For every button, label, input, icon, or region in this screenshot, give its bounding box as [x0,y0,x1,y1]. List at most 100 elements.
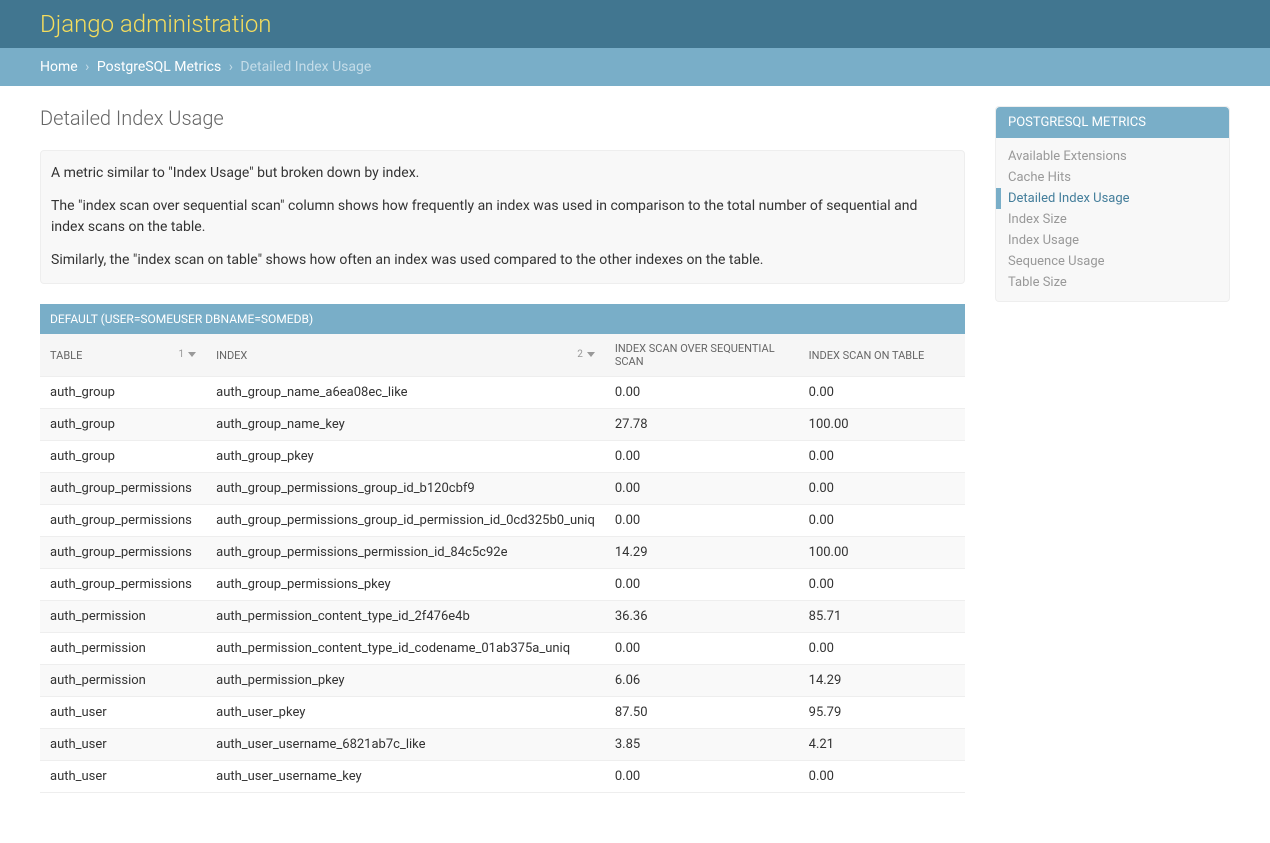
cell-scan_table: 0.00 [799,505,965,537]
cell-index: auth_group_name_key [206,409,605,441]
cell-scan_table: 0.00 [799,377,965,409]
cell-table: auth_group [40,409,206,441]
sidebar-item: Table Size [996,272,1229,293]
cell-index: auth_user_username_6821ab7c_like [206,729,605,761]
sidebar-nav-list: Available Extensions Cache Hits Detailed I… [996,138,1229,301]
cell-index: auth_group_permissions_pkey [206,569,605,601]
table-row: auth_groupauth_group_pkey0.000.00 [40,441,965,473]
cell-index: auth_user_username_key [206,761,605,793]
cell-scan_seq: 0.00 [605,441,799,473]
cell-table: auth_permission [40,633,206,665]
cell-table: auth_group_permissions [40,505,206,537]
table-row: auth_permissionauth_permission_content_t… [40,601,965,633]
results-module: DEFAULT (USER=SOMEUSER DBNAME=SOMEDB) TA… [40,304,965,793]
table-row: auth_permissionauth_permission_content_t… [40,633,965,665]
help-paragraph: Similarly, the "index scan on table" sho… [51,250,954,271]
cell-scan_seq: 3.85 [605,729,799,761]
sidebar-item: Index Usage [996,230,1229,251]
cell-scan_table: 4.21 [799,729,965,761]
column-header-scan-seq[interactable]: INDEX SCAN OVER SEQUENTIAL SCAN [605,334,799,377]
cell-index: auth_permission_content_type_id_codename… [206,633,605,665]
table-row: auth_userauth_user_username_6821ab7c_lik… [40,729,965,761]
sidebar: POSTGRESQL METRICS Available Extensions C… [995,106,1230,823]
sort-priority: 1 [179,349,185,360]
sidebar-link[interactable]: Sequence Usage [1008,254,1105,269]
sidebar-module: POSTGRESQL METRICS Available Extensions C… [995,106,1230,302]
sidebar-link[interactable]: Available Extensions [1008,149,1127,164]
cell-scan_table: 0.00 [799,633,965,665]
sidebar-link[interactable]: Table Size [1008,275,1067,290]
page-title: Detailed Index Usage [40,106,965,130]
cell-scan_table: 0.00 [799,441,965,473]
cell-scan_table: 95.79 [799,697,965,729]
cell-scan_table: 100.00 [799,409,965,441]
cell-scan_seq: 0.00 [605,633,799,665]
table-row: auth_groupauth_group_name_key27.78100.00 [40,409,965,441]
breadcrumb-separator: › [85,59,89,75]
cell-table: auth_group_permissions [40,473,206,505]
cell-scan_table: 0.00 [799,473,965,505]
help-text: A metric similar to "Index Usage" but br… [40,150,965,284]
header: Django administration [0,0,1270,48]
site-title[interactable]: Django administration [40,10,272,38]
column-header-scan-table[interactable]: INDEX SCAN ON TABLE [799,334,965,377]
sort-desc-icon [188,352,196,357]
cell-table: auth_permission [40,665,206,697]
sidebar-link[interactable]: Cache Hits [1008,170,1071,185]
results-table: TABLE 1 INDEX 2 [40,334,965,793]
cell-scan_seq: 0.00 [605,761,799,793]
help-paragraph: The "index scan over sequential scan" co… [51,196,954,238]
breadcrumb-home[interactable]: Home [40,59,78,75]
sidebar-link[interactable]: Index Size [1008,212,1067,227]
results-caption: DEFAULT (USER=SOMEUSER DBNAME=SOMEDB) [40,304,965,334]
column-header-index[interactable]: INDEX 2 [206,334,605,377]
table-row: auth_userauth_user_pkey87.5095.79 [40,697,965,729]
cell-scan_seq: 87.50 [605,697,799,729]
cell-scan_seq: 0.00 [605,473,799,505]
cell-scan_seq: 6.06 [605,665,799,697]
table-row: auth_permissionauth_permission_pkey6.061… [40,665,965,697]
cell-scan_seq: 14.29 [605,537,799,569]
cell-scan_seq: 0.00 [605,505,799,537]
cell-table: auth_group_permissions [40,537,206,569]
column-header-label: INDEX [216,349,247,362]
content-main: Detailed Index Usage A metric similar to… [40,106,965,823]
cell-table: auth_permission [40,601,206,633]
cell-index: auth_permission_content_type_id_2f476e4b [206,601,605,633]
cell-index: auth_group_name_a6ea08ec_like [206,377,605,409]
table-row: auth_group_permissionsauth_group_permiss… [40,473,965,505]
cell-table: auth_user [40,761,206,793]
sidebar-link[interactable]: Detailed Index Usage [1008,191,1130,206]
column-header-label: TABLE [50,349,82,362]
cell-index: auth_group_permissions_group_id_b120cbf9 [206,473,605,505]
cell-table: auth_group [40,377,206,409]
cell-table: auth_user [40,729,206,761]
column-header-table[interactable]: TABLE 1 [40,334,206,377]
sort-indicator[interactable]: 1 [179,349,197,360]
cell-index: auth_user_pkey [206,697,605,729]
breadcrumb-separator: › [229,59,233,75]
cell-scan_table: 0.00 [799,569,965,601]
sort-priority: 2 [577,349,583,360]
cell-table: auth_group [40,441,206,473]
sort-indicator[interactable]: 2 [577,349,595,360]
cell-scan_seq: 0.00 [605,569,799,601]
cell-scan_seq: 36.36 [605,601,799,633]
cell-index: auth_group_pkey [206,441,605,473]
cell-scan_seq: 0.00 [605,377,799,409]
sidebar-link[interactable]: Index Usage [1008,233,1079,248]
sort-desc-icon [587,352,595,357]
cell-scan_seq: 27.78 [605,409,799,441]
breadcrumb: Home › PostgreSQL Metrics › Detailed Ind… [0,48,1270,86]
breadcrumb-current: Detailed Index Usage [240,59,371,75]
cell-index: auth_group_permissions_permission_id_84c… [206,537,605,569]
cell-scan_table: 0.00 [799,761,965,793]
sidebar-item: Index Size [996,209,1229,230]
breadcrumb-section[interactable]: PostgreSQL Metrics [97,59,221,75]
help-paragraph: A metric similar to "Index Usage" but br… [51,163,954,184]
cell-table: auth_group_permissions [40,569,206,601]
sidebar-item: Cache Hits [996,167,1229,188]
cell-scan_table: 100.00 [799,537,965,569]
sidebar-title: POSTGRESQL METRICS [996,107,1229,138]
sidebar-item: Detailed Index Usage [996,188,1229,209]
